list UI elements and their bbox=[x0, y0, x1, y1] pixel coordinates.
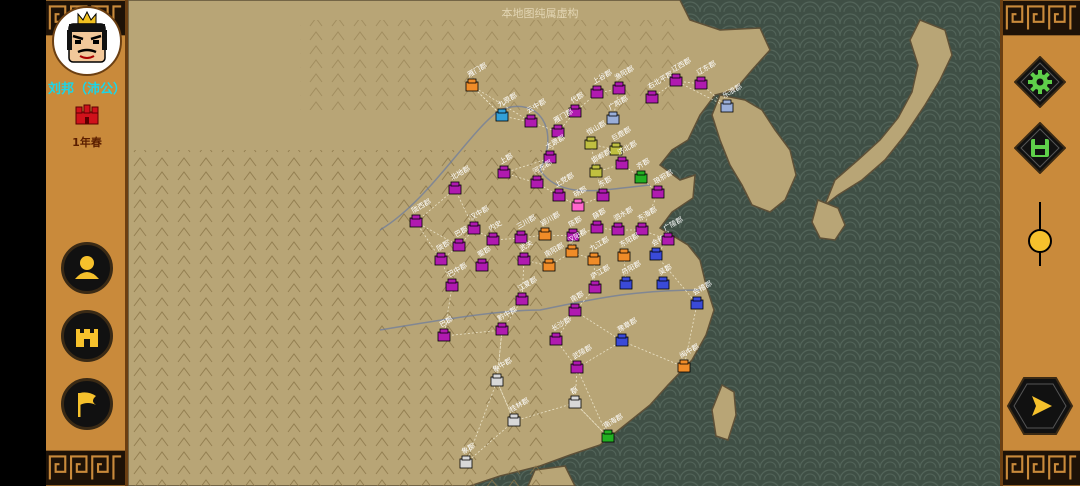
city-roof bbox=[461, 455, 471, 461]
city-roof bbox=[551, 332, 561, 338]
avatar-face-icon bbox=[67, 10, 107, 63]
city-roof bbox=[696, 76, 706, 82]
city-roof bbox=[544, 258, 554, 264]
city-roof bbox=[653, 185, 663, 191]
settings-button[interactable] bbox=[1013, 55, 1067, 109]
city-roof bbox=[570, 104, 580, 110]
city-roof bbox=[663, 232, 673, 238]
city-roof bbox=[611, 142, 621, 148]
faction-castle-icon bbox=[74, 104, 100, 130]
city-roof bbox=[592, 220, 602, 226]
city-roof bbox=[651, 247, 661, 253]
city-roof bbox=[619, 248, 629, 254]
castle-icon bbox=[76, 329, 98, 347]
city-roof bbox=[613, 222, 623, 228]
city-roof bbox=[647, 90, 657, 96]
greek-border-bottom bbox=[46, 450, 125, 486]
city-roof bbox=[572, 360, 582, 366]
city-roof bbox=[573, 198, 583, 204]
person-icon bbox=[75, 256, 99, 279]
next-turn-button[interactable] bbox=[1006, 376, 1074, 436]
city-roof bbox=[553, 124, 563, 130]
city-roof bbox=[469, 221, 479, 227]
save-icon bbox=[1031, 139, 1049, 157]
city-roof bbox=[636, 170, 646, 176]
left-black-strip bbox=[0, 0, 46, 486]
city-roof bbox=[545, 150, 555, 156]
world-map[interactable]: 雁门郡九原郡 云中郡 代郡上谷郡 渔阳郡 右北平郡辽西郡 辽东郡乐浪郡广阳郡雁门郡恒山郡巨… bbox=[128, 0, 1000, 486]
city-roof bbox=[614, 81, 624, 87]
city-roof bbox=[497, 322, 507, 328]
city-roof bbox=[439, 328, 449, 334]
city-roof bbox=[671, 73, 681, 79]
city-roof bbox=[637, 222, 647, 228]
save-button[interactable] bbox=[1013, 121, 1067, 175]
player-name: 刘邦（沛公） bbox=[47, 82, 126, 97]
city-roof bbox=[509, 413, 519, 419]
city-roof bbox=[658, 276, 668, 282]
city-roof bbox=[477, 258, 487, 264]
city-roof bbox=[592, 85, 602, 91]
greek-border-top-right bbox=[1003, 0, 1080, 36]
city-roof bbox=[589, 252, 599, 258]
city-roof bbox=[526, 114, 536, 120]
characters-button[interactable] bbox=[61, 242, 113, 294]
city-roof bbox=[617, 333, 627, 339]
city-roof bbox=[492, 373, 502, 379]
gear-icon bbox=[1028, 70, 1052, 94]
city-roof bbox=[567, 244, 577, 250]
city-roof bbox=[454, 238, 464, 244]
player-avatar[interactable] bbox=[52, 6, 122, 76]
greek-border-bottom-right bbox=[1003, 450, 1080, 486]
zoom-slider-knob[interactable] bbox=[1028, 229, 1052, 253]
city-roof bbox=[519, 252, 529, 258]
city-roof bbox=[517, 292, 527, 298]
game-year: 1年春 bbox=[72, 136, 102, 149]
city-roof bbox=[499, 165, 509, 171]
city-roof bbox=[554, 188, 564, 194]
city-roof bbox=[532, 175, 542, 181]
city-roof bbox=[621, 276, 631, 282]
city-roof bbox=[722, 99, 732, 105]
city-roof bbox=[516, 230, 526, 236]
city-roof bbox=[591, 164, 601, 170]
city-roof bbox=[467, 78, 477, 84]
city-roof bbox=[488, 232, 498, 238]
city-roof bbox=[497, 108, 507, 114]
city-roof bbox=[692, 296, 702, 302]
city-roof bbox=[586, 136, 596, 142]
city-roof bbox=[540, 227, 550, 233]
map-caption: 本地图纯属虚构 bbox=[501, 7, 579, 20]
city-roof bbox=[447, 278, 457, 284]
city-roof bbox=[617, 156, 627, 162]
flag-icon bbox=[78, 392, 96, 417]
city-roof bbox=[598, 188, 608, 194]
factions-button[interactable] bbox=[61, 378, 113, 430]
cities-button[interactable] bbox=[61, 310, 113, 362]
city-roof bbox=[608, 111, 618, 117]
city-roof bbox=[570, 395, 580, 401]
city-roof bbox=[603, 429, 613, 435]
city-roof bbox=[679, 359, 689, 365]
city-roof bbox=[436, 252, 446, 258]
city-roof bbox=[411, 214, 421, 220]
city-roof bbox=[450, 181, 460, 187]
city-roof bbox=[590, 280, 600, 286]
terrain-texture bbox=[128, 150, 548, 486]
city-roof bbox=[570, 303, 580, 309]
